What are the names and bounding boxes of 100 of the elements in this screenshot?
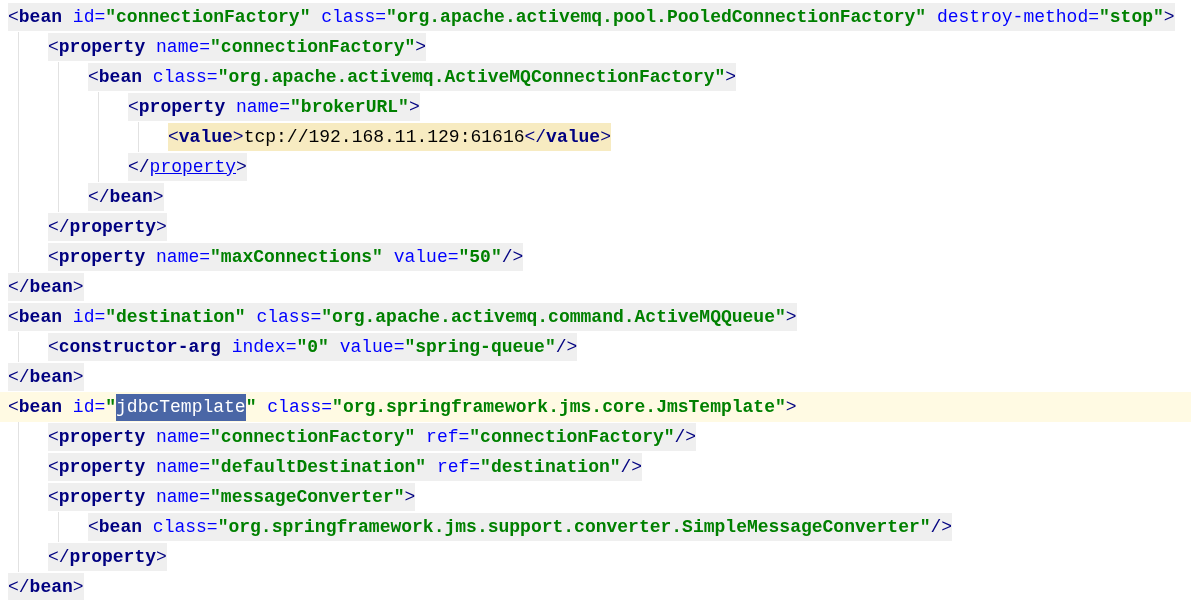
attribute-name: class= bbox=[152, 515, 218, 539]
tag-name: constructor-arg bbox=[58, 335, 221, 359]
tag-bracket: > bbox=[415, 35, 427, 59]
attribute-name: name= bbox=[236, 95, 291, 119]
tag-bracket: < bbox=[48, 485, 59, 509]
tag-bracket: > bbox=[232, 125, 244, 149]
tag-name: bean bbox=[18, 305, 63, 329]
tag-bracket: < bbox=[48, 245, 59, 269]
tag-bracket: < bbox=[48, 425, 59, 449]
attribute-name: value= bbox=[393, 245, 459, 269]
tag-bracket: > bbox=[600, 125, 611, 149]
tag-bracket: < bbox=[168, 125, 179, 149]
tag-bracket: > bbox=[404, 485, 416, 509]
attribute-value: "connectionFactory" bbox=[210, 35, 416, 59]
attribute-name: value= bbox=[339, 335, 405, 359]
attribute-value: "connectionFactory" bbox=[469, 425, 675, 449]
attribute-value: "org.springframework.jms.core.JmsTemplate" bbox=[332, 395, 786, 419]
attribute-name: name= bbox=[156, 455, 211, 479]
attribute-name: ref= bbox=[436, 455, 481, 479]
tag-name: property bbox=[69, 215, 157, 239]
attribute-name: class= bbox=[267, 395, 333, 419]
tag-name: bean bbox=[29, 365, 73, 389]
tag-bracket: /> bbox=[555, 335, 578, 359]
tag-name: property bbox=[58, 485, 146, 509]
tag-name: property bbox=[149, 155, 237, 179]
tag-bracket: < bbox=[8, 305, 19, 329]
attribute-name: class= bbox=[321, 5, 387, 29]
tag-bracket: </ bbox=[8, 575, 30, 599]
tag-bracket: < bbox=[88, 65, 99, 89]
tag-bracket: > bbox=[72, 575, 84, 599]
attribute-value: " bbox=[245, 395, 257, 419]
tag-name: bean bbox=[18, 395, 63, 419]
attribute-value: "50" bbox=[458, 245, 502, 269]
attribute-value: "destination" bbox=[480, 455, 621, 479]
tag-name: bean bbox=[109, 185, 153, 209]
tag-bracket: < bbox=[8, 5, 19, 29]
tag-name: property bbox=[138, 95, 226, 119]
attribute-value: "destination" bbox=[105, 305, 246, 329]
tag-name: property bbox=[58, 455, 146, 479]
attribute-name: class= bbox=[152, 65, 218, 89]
tag-bracket: < bbox=[88, 515, 99, 539]
tag-bracket: < bbox=[128, 95, 139, 119]
tag-bracket: /> bbox=[930, 515, 953, 539]
tag-bracket: > bbox=[156, 215, 167, 239]
tag-bracket: < bbox=[8, 395, 19, 419]
tag-name: bean bbox=[98, 515, 143, 539]
tag-bracket: > bbox=[1163, 5, 1175, 29]
attribute-value: "brokerURL" bbox=[290, 95, 409, 119]
tag-bracket: > bbox=[236, 155, 247, 179]
tag-bracket: > bbox=[152, 185, 164, 209]
tag-bracket: > bbox=[725, 65, 737, 89]
text-content: tcp://192.168.11.129:61616 bbox=[243, 125, 525, 149]
attribute-name: class= bbox=[256, 305, 322, 329]
tag-bracket: > bbox=[72, 275, 84, 299]
attribute-value: "defaultDestination" bbox=[210, 455, 427, 479]
tag-bracket: < bbox=[48, 35, 59, 59]
attribute-value: "org.springframework.jms.support.converter.SimpleMessageConverter" bbox=[217, 515, 931, 539]
tag-bracket: </ bbox=[128, 155, 150, 179]
tag-name: property bbox=[58, 245, 146, 269]
tag-name: property bbox=[69, 545, 157, 569]
tag-bracket: </ bbox=[8, 275, 30, 299]
tag-name: bean bbox=[29, 575, 73, 599]
attribute-name: id= bbox=[72, 395, 106, 419]
tag-bracket: </ bbox=[524, 125, 547, 149]
attribute-value: "org.apache.activemq.ActiveMQConnectionFactory" bbox=[217, 65, 726, 89]
attribute-name: id= bbox=[72, 305, 106, 329]
tag-bracket: > bbox=[72, 365, 84, 389]
attribute-name: destroy-method= bbox=[936, 5, 1099, 29]
tag-name: property bbox=[58, 425, 146, 449]
tag-bracket: /> bbox=[620, 455, 643, 479]
attribute-value: "maxConnections" bbox=[210, 245, 383, 269]
tag-name: value bbox=[178, 125, 233, 149]
tag-name: property bbox=[58, 35, 146, 59]
attribute-value: "messageConverter" bbox=[210, 485, 405, 509]
attribute-value: "org.apache.activemq.command.ActiveMQQueue" bbox=[321, 305, 786, 329]
attribute-name: name= bbox=[156, 485, 211, 509]
tag-name: bean bbox=[18, 5, 63, 29]
tag-bracket: > bbox=[408, 95, 420, 119]
selected-text: jdbcTemplate bbox=[116, 393, 246, 421]
attribute-name: name= bbox=[156, 35, 211, 59]
attribute-value: "org.apache.activemq.pool.PooledConnectionFactory" bbox=[386, 5, 927, 29]
attribute-value: " bbox=[105, 395, 117, 419]
tag-name: value bbox=[546, 125, 601, 149]
tag-bracket: </ bbox=[88, 185, 110, 209]
tag-bracket: > bbox=[156, 545, 167, 569]
tag-bracket: </ bbox=[8, 365, 30, 389]
tag-bracket: > bbox=[785, 305, 797, 329]
attribute-name: index= bbox=[231, 335, 297, 359]
attribute-name: name= bbox=[156, 245, 211, 269]
tag-bracket: </ bbox=[48, 215, 70, 239]
tag-bracket: </ bbox=[48, 545, 70, 569]
attribute-value: "connectionFactory" bbox=[105, 5, 311, 29]
attribute-value: "spring-queue" bbox=[404, 335, 556, 359]
attribute-name: name= bbox=[156, 425, 211, 449]
tag-name: bean bbox=[29, 275, 73, 299]
attribute-value: "connectionFactory" bbox=[210, 425, 416, 449]
tag-bracket: < bbox=[48, 455, 59, 479]
attribute-name: id= bbox=[72, 5, 106, 29]
tag-bracket: > bbox=[785, 395, 797, 419]
tag-bracket: < bbox=[48, 335, 59, 359]
